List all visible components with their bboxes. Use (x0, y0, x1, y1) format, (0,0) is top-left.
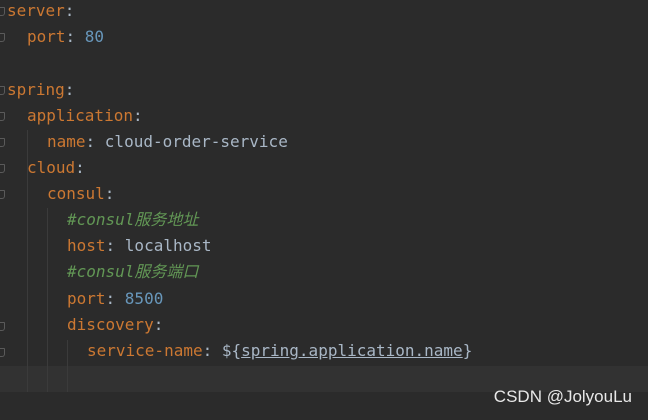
code-line[interactable]: service-name: ${spring.application.name} (87, 338, 472, 364)
yaml-key: service-name (87, 341, 203, 360)
yaml-value: localhost (124, 236, 212, 255)
yaml-key: port (27, 27, 66, 46)
yaml-comment: #consul服务端口 (67, 262, 199, 281)
code-line[interactable]: server: (7, 0, 74, 24)
placeholder-close: } (462, 341, 473, 360)
fold-marker-icon[interactable] (0, 112, 5, 121)
code-line[interactable]: host: localhost (67, 233, 212, 259)
colon: : (104, 184, 115, 203)
colon: : (105, 236, 125, 255)
code-line[interactable]: discovery: (67, 312, 163, 338)
yaml-key: server (7, 1, 65, 20)
fold-marker-icon[interactable] (0, 164, 5, 173)
colon: : (153, 315, 164, 334)
yaml-key: spring (7, 80, 65, 99)
code-line[interactable]: spring: (7, 77, 74, 103)
watermark: CSDN @JolyouLu (493, 387, 632, 406)
property-reference-link[interactable]: spring.application.name (241, 341, 463, 360)
fold-marker-icon[interactable] (0, 7, 5, 16)
colon: : (65, 27, 85, 46)
yaml-key: application (27, 106, 133, 125)
code-editor[interactable]: server: port: 80 spring: application: na… (0, 0, 648, 420)
yaml-key: port (67, 289, 106, 308)
fold-marker-icon[interactable] (0, 190, 5, 199)
colon: : (64, 1, 75, 20)
yaml-key: host (67, 236, 106, 255)
fold-marker-icon[interactable] (0, 322, 5, 331)
colon: : (105, 289, 125, 308)
code-line[interactable]: #consul服务端口 (67, 259, 198, 285)
colon: : (85, 132, 105, 151)
yaml-value: cloud-order-service (104, 132, 288, 151)
colon: : (75, 158, 85, 177)
yaml-value: 8500 (124, 289, 164, 308)
colon: : (202, 341, 222, 360)
yaml-value: 80 (84, 27, 105, 46)
code-line[interactable]: port: 80 (27, 24, 104, 50)
colon: : (64, 80, 75, 99)
fold-marker-icon[interactable] (0, 348, 5, 357)
code-line[interactable]: port: 8500 (67, 286, 163, 312)
yaml-key: consul (47, 184, 105, 203)
fold-marker-icon[interactable] (0, 33, 5, 42)
fold-marker-icon[interactable] (0, 138, 5, 147)
code-line[interactable]: application: (27, 103, 143, 129)
yaml-key: name (47, 132, 86, 151)
code-line[interactable]: #consul服务地址 (67, 207, 198, 233)
yaml-comment: #consul服务地址 (67, 210, 199, 229)
code-line[interactable]: name: cloud-order-service (47, 129, 288, 155)
code-line[interactable]: consul: (47, 181, 114, 207)
fold-gutter (0, 0, 7, 420)
placeholder-open: ${ (221, 341, 242, 360)
colon: : (132, 106, 143, 125)
indent-guide (47, 208, 48, 392)
yaml-key: cloud (27, 158, 76, 177)
indent-guide (67, 340, 68, 392)
fold-marker-icon[interactable] (0, 86, 5, 95)
yaml-key: discovery (67, 315, 154, 334)
code-line[interactable]: cloud: (27, 155, 85, 181)
